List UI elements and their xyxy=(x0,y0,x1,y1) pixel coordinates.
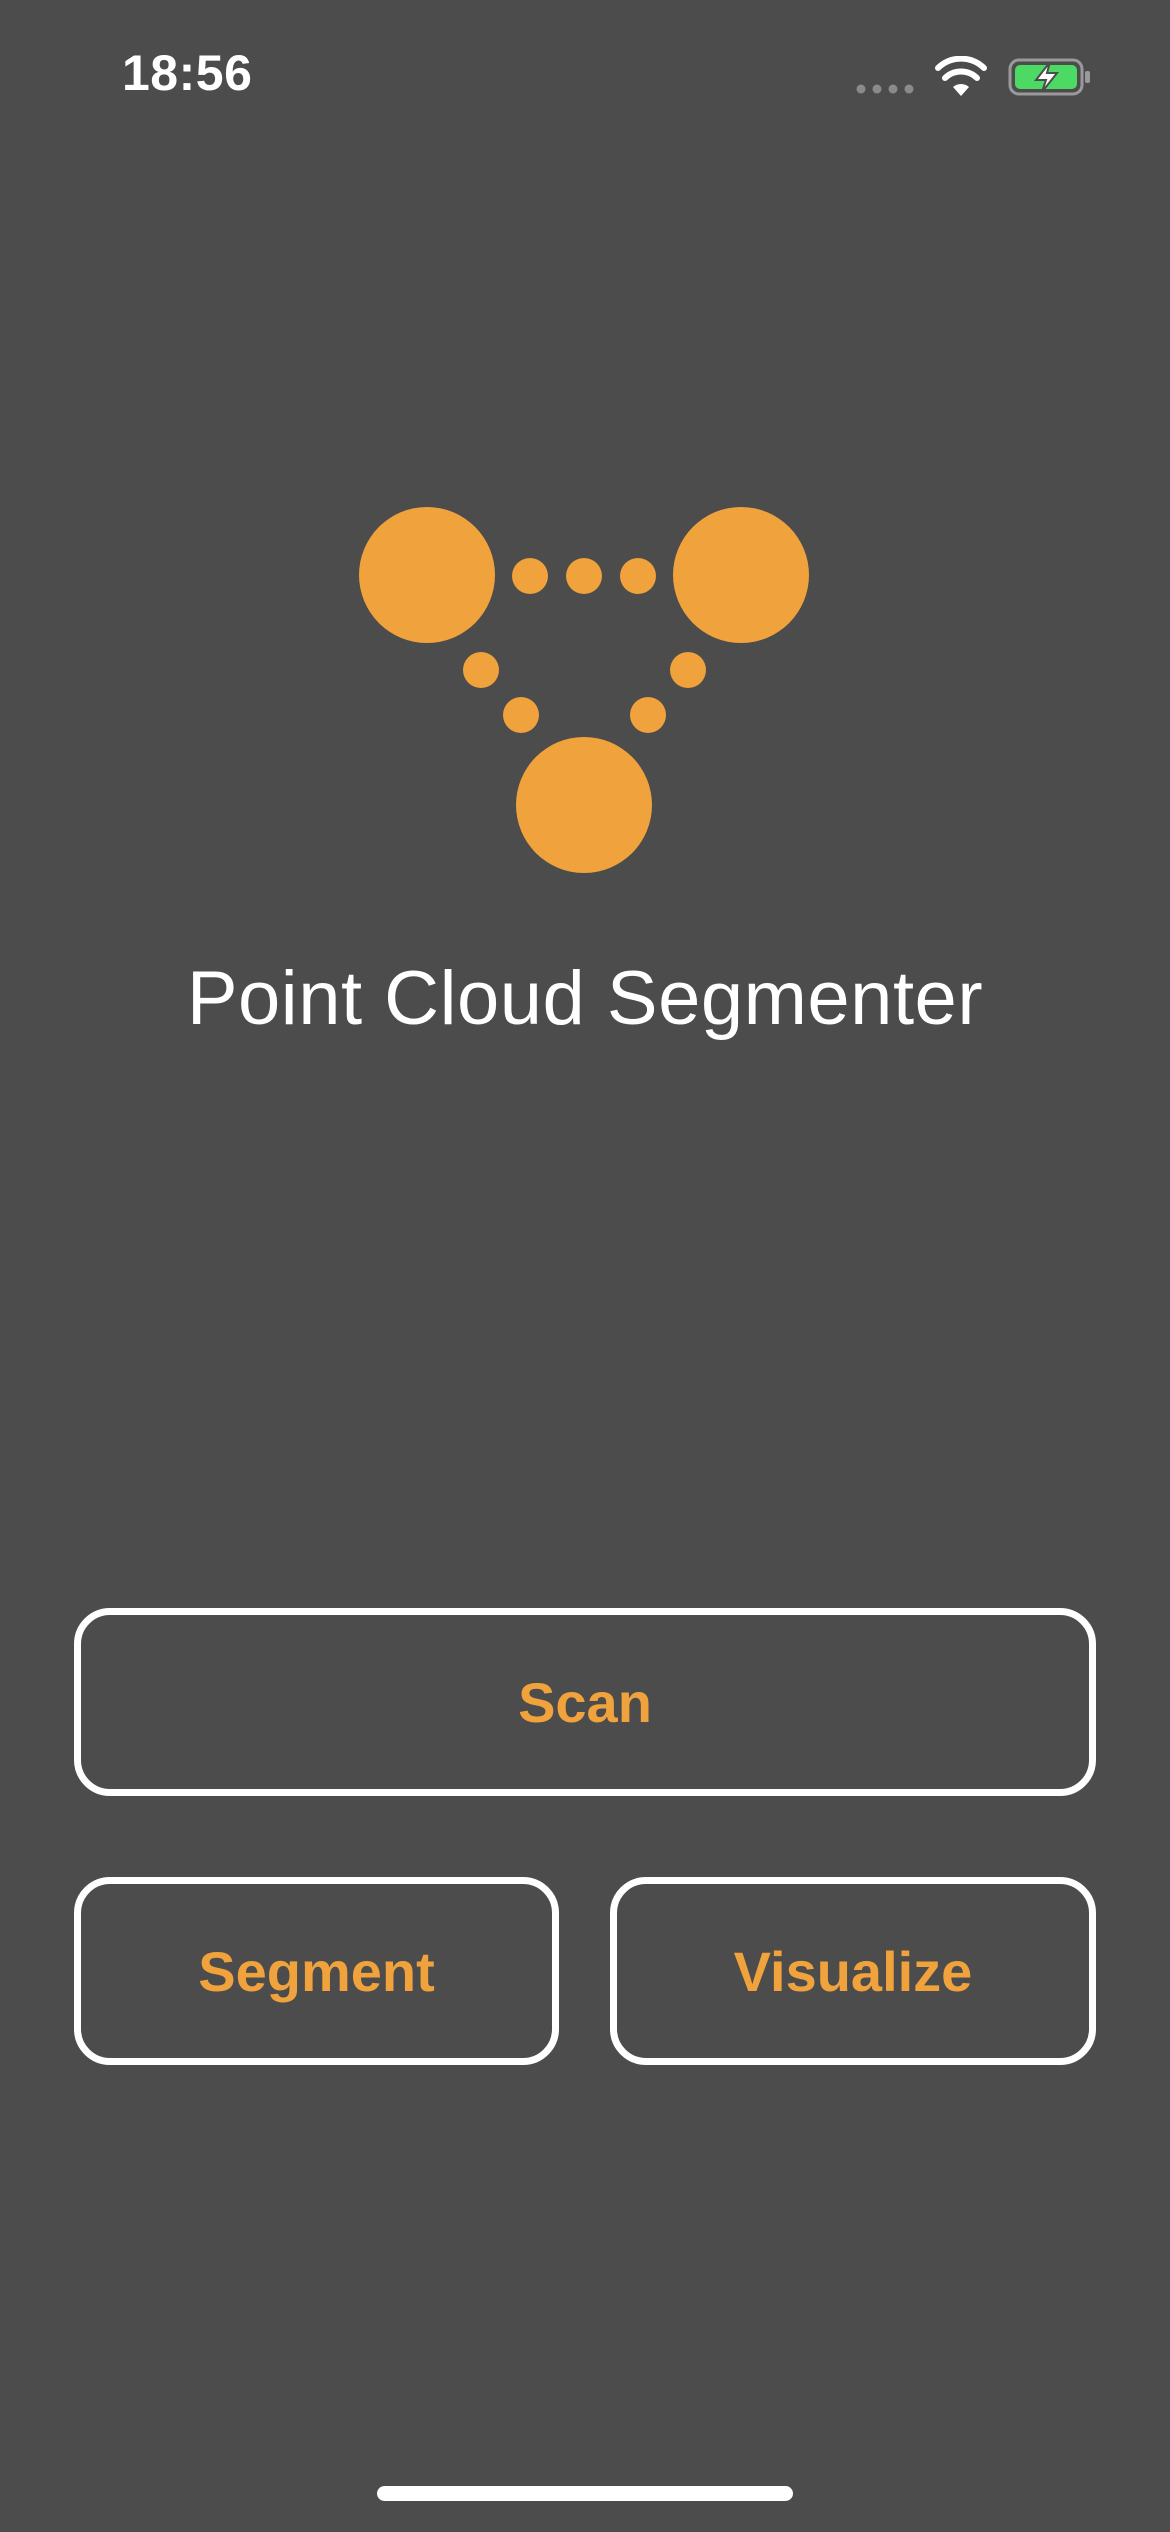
segment-button[interactable]: Segment xyxy=(74,1877,559,2065)
scan-button[interactable]: Scan xyxy=(74,1608,1096,1796)
wifi-icon xyxy=(935,56,987,96)
visualize-button[interactable]: Visualize xyxy=(610,1877,1096,2065)
battery-charging-icon xyxy=(1008,58,1090,96)
status-time: 18:56 xyxy=(122,45,253,101)
point-cloud-logo-icon xyxy=(359,507,809,873)
cellular-signal-icon xyxy=(856,84,914,94)
home-indicator[interactable] xyxy=(377,2486,793,2501)
app-title: Point Cloud Segmenter xyxy=(186,956,984,1041)
status-bar: 18:56 xyxy=(0,0,1170,150)
